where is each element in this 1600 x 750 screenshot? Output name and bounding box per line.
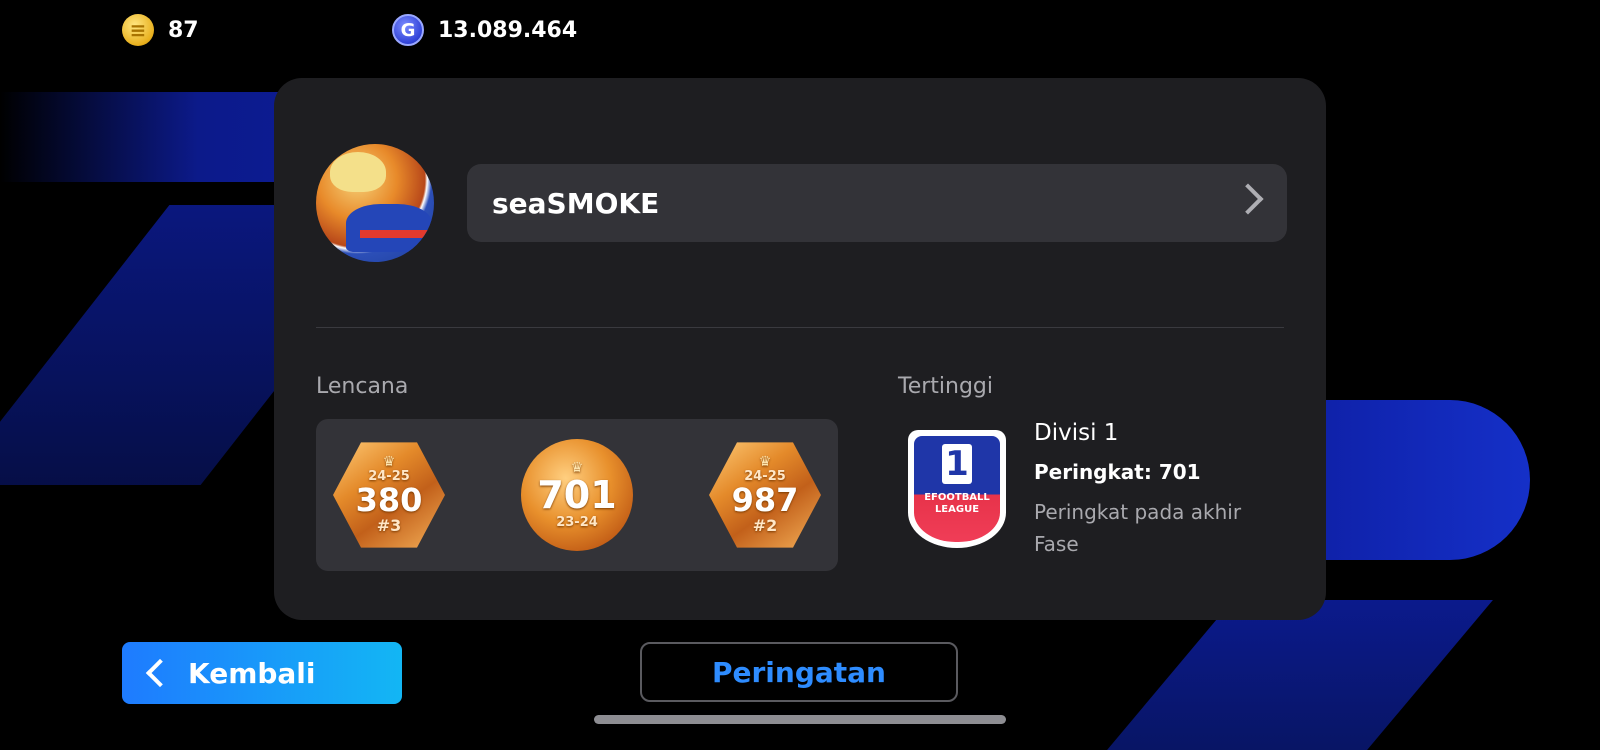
highest-label: Tertinggi — [898, 374, 994, 399]
badge-hexagon[interactable]: ♛ 24-25 380 #3 — [333, 442, 445, 548]
efootball-league-logo: 1 EFOOTBALL LEAGUE — [908, 430, 1006, 548]
division-note: Peringkat pada akhir Fase — [1034, 500, 1242, 556]
crown-icon: ♛ — [758, 454, 772, 470]
badge-hexagon[interactable]: ♛ 24-25 987 #2 — [709, 442, 821, 548]
badges-panel: ♛ 24-25 380 #3 ♛ 701 23-24 ♛ 24-25 987 #… — [316, 419, 838, 571]
division-rank: Peringkat: 701 — [1034, 460, 1201, 484]
username-bar[interactable]: seaSMOKE — [467, 164, 1287, 242]
division-info: Divisi 1 Peringkat: 701 Peringkat pada a… — [1034, 420, 1264, 560]
avatar[interactable] — [316, 144, 434, 262]
division-title: Divisi 1 — [1034, 420, 1119, 446]
warning-button[interactable]: Peringatan — [640, 642, 958, 702]
coins-value: 87 — [168, 17, 199, 43]
username: seaSMOKE — [492, 186, 660, 220]
back-button-label: Kembali — [188, 656, 316, 690]
crown-icon: ♛ — [382, 454, 396, 470]
badge-circle[interactable]: ♛ 701 23-24 — [521, 439, 633, 551]
chevron-left-icon — [145, 658, 175, 688]
back-button[interactable]: Kembali — [122, 642, 402, 704]
gp-value: 13.089.464 — [438, 17, 578, 43]
profile-card: seaSMOKE Lencana Tertinggi ♛ 24-25 380 #… — [274, 78, 1326, 620]
home-indicator[interactable] — [594, 715, 1006, 724]
coins-display: ≡ 87 — [122, 14, 199, 46]
badges-label: Lencana — [316, 374, 409, 399]
divider — [316, 327, 1284, 328]
background-stripe — [1107, 600, 1493, 750]
coin-icon: ≡ — [122, 14, 154, 46]
gp-icon: G — [392, 14, 424, 46]
gp-display: G 13.089.464 — [392, 14, 577, 46]
warning-button-label: Peringatan — [711, 655, 886, 689]
chevron-right-icon — [1232, 183, 1264, 215]
